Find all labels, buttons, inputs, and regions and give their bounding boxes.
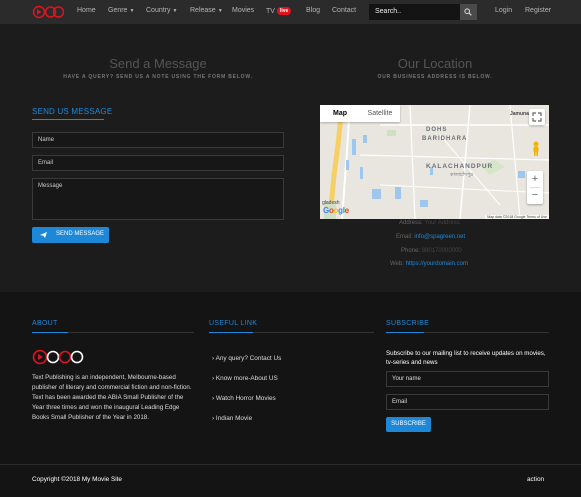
subscribe-button[interactable]: SUBSCRIBE — [386, 417, 431, 432]
nav-country[interactable]: Country ▼ — [146, 7, 177, 14]
about-underline — [32, 332, 68, 333]
caret-down-icon: ▼ — [172, 8, 178, 14]
map-tiles — [320, 105, 549, 219]
google-logo: Google — [323, 206, 349, 215]
name-field[interactable]: Name — [32, 132, 284, 148]
phone-label: Phone: — [401, 248, 421, 254]
map-tab-satellite[interactable]: Satellite — [360, 105, 400, 122]
nav-tv[interactable]: TV live — [266, 7, 292, 15]
send-message-label: SEND MESSAGE — [56, 231, 105, 237]
footer-link-label: Watch Horror Movies — [215, 395, 276, 402]
address-value: Your Address — [424, 220, 460, 226]
zoom-in-button[interactable]: + — [527, 171, 543, 187]
caret-down-icon: ▼ — [129, 8, 135, 14]
search-input[interactable]: Search.. — [369, 4, 460, 20]
search-icon — [464, 8, 472, 16]
footer-link-label: Know more-About US — [215, 375, 278, 382]
email-info: Email: info@spagreen.net — [396, 234, 465, 240]
send-plane-icon — [40, 232, 47, 238]
footer-link-indian[interactable]: › Indian Movie — [212, 415, 252, 422]
subscribe-text: Subscribe to our mailing list to receive… — [386, 350, 546, 366]
nav-country-label: Country — [146, 7, 171, 14]
useful-link-heading: USEFUL LINK — [209, 320, 258, 327]
chevron-right-icon: › — [212, 355, 215, 362]
subscribe-name-input[interactable]: Your name — [386, 371, 549, 387]
live-badge: live — [276, 7, 292, 15]
nav-contact[interactable]: Contact — [332, 7, 356, 14]
site-logo[interactable] — [32, 5, 64, 19]
login-link[interactable]: Login — [495, 7, 512, 14]
email-field[interactable]: Email — [32, 155, 284, 171]
nav-movies[interactable]: Movies — [232, 7, 254, 14]
footer-link-contact[interactable]: › Any query? Contact Us — [212, 355, 281, 362]
about-text: Text Publishing is an independent, Melbo… — [32, 374, 192, 421]
address-info: Address: Your Address — [399, 220, 460, 226]
subscribe-underline — [386, 332, 424, 333]
web-label: Web: — [390, 261, 404, 267]
address-label: Address: — [399, 220, 423, 226]
pegman-icon[interactable] — [531, 141, 541, 157]
zoom-out-button[interactable]: − — [527, 188, 543, 204]
email-label: Email: — [396, 234, 413, 240]
phone-value: 880170000000 — [421, 248, 462, 254]
email-link[interactable]: info@spagreen.net — [414, 234, 465, 240]
footer-bottom-divider — [0, 464, 581, 465]
nav-genre-label: Genre — [108, 7, 128, 14]
copyright-text: Copyright ©2018 My Movie Site — [32, 476, 122, 483]
navbar: Home Genre ▼ Country ▼ Release ▼ Movies TV l… — [0, 0, 581, 24]
map-type-tabs: Map Satellite — [320, 105, 400, 122]
map-label-baridhara: BARIDHARA — [422, 136, 468, 142]
web-info: Web: https://yourdomain.com — [390, 261, 468, 267]
map-label-kalachandpur-local: কালাচাঁদপুর — [450, 172, 474, 178]
map-label-kalachandpur: KALACHANDPUR — [426, 163, 494, 170]
send-message-button[interactable]: SEND MESSAGE — [32, 227, 109, 243]
footer-link-label: Any query? Contact Us — [215, 355, 282, 362]
about-heading: ABOUT — [32, 320, 58, 327]
location-map[interactable]: Map Satellite DOHS BARIDHARA KALACHANDPU… — [320, 105, 549, 219]
footer-link-horror[interactable]: › Watch Horror Movies — [212, 395, 276, 402]
footer-link-label: Indian Movie — [215, 415, 253, 422]
nav-tv-label: TV — [266, 8, 275, 15]
nav-release-label: Release — [190, 7, 216, 14]
subscribe-email-input[interactable]: Email — [386, 394, 549, 410]
zoom-controls: + − — [527, 171, 543, 204]
nav-blog[interactable]: Blog — [306, 7, 320, 14]
caret-down-icon: ▼ — [217, 8, 223, 14]
send-message-subtitle: HAVE A QUERY? SEND US A NOTE USING THE F… — [63, 74, 253, 80]
fullscreen-icon — [532, 112, 542, 122]
message-textarea[interactable]: Message — [32, 178, 284, 220]
nav-home[interactable]: Home — [77, 7, 96, 14]
chevron-right-icon: › — [212, 395, 215, 402]
register-link[interactable]: Register — [525, 7, 551, 14]
map-attribution[interactable]: Map data ©2018 Google Terms of Use — [485, 215, 549, 219]
subscribe-heading: SUBSCRIBE — [386, 320, 430, 327]
footer-logo — [32, 349, 84, 365]
footer-link-about[interactable]: › Know more-About US — [212, 375, 278, 382]
phone-info: Phone: 880170000000 — [401, 248, 462, 254]
send-message-title: Send a Message — [109, 56, 207, 71]
nav-release[interactable]: Release ▼ — [190, 7, 223, 14]
location-subtitle: OUR BUSINESS ADDRESS IS BELOW. — [377, 74, 493, 80]
chevron-right-icon: › — [212, 415, 215, 422]
nav-genre[interactable]: Genre ▼ — [108, 7, 134, 14]
location-title: Our Location — [397, 56, 473, 71]
heading-underline — [32, 119, 104, 120]
action-link[interactable]: action — [527, 476, 544, 483]
map-tab-map[interactable]: Map — [320, 105, 360, 122]
search-button[interactable] — [460, 4, 477, 20]
web-link[interactable]: https://yourdomain.com — [406, 261, 468, 267]
fullscreen-button[interactable] — [529, 109, 545, 125]
send-us-message-heading: SEND US MESSAGE — [32, 107, 113, 116]
chevron-right-icon: › — [212, 375, 215, 382]
useful-link-underline — [209, 332, 253, 333]
map-label-dohs: DOHS — [426, 127, 448, 133]
